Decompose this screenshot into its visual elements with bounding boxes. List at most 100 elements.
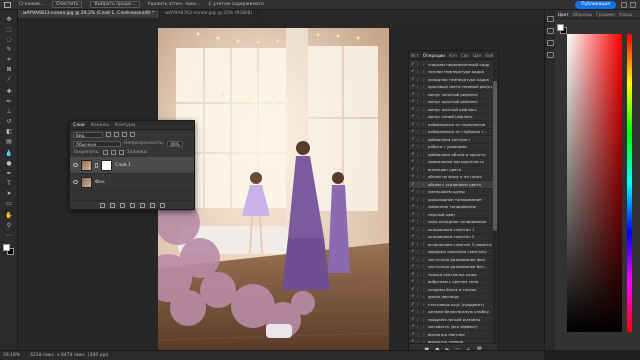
checkmark-icon[interactable]: ✓: [409, 264, 417, 269]
action-item[interactable]: ✓ › добавляем контраст: [409, 136, 493, 144]
checkmark-icon[interactable]: ✓: [409, 137, 417, 142]
checkmark-icon[interactable]: ✓: [409, 144, 417, 149]
zoom-level[interactable]: 29,18%: [3, 353, 20, 358]
action-item[interactable]: ✓ › делаем белоснежную улыбку: [409, 309, 493, 316]
checkmark-icon[interactable]: ✓: [409, 159, 417, 164]
tab-color[interactable]: Цве: [473, 53, 481, 58]
marquee-tool-icon[interactable]: ⬚: [5, 26, 13, 33]
lock-all-icon[interactable]: [118, 150, 124, 155]
checkmark-icon[interactable]: ✓: [409, 69, 417, 74]
tab-paths[interactable]: Контуры: [115, 123, 136, 128]
actions-scrollbar[interactable]: [493, 61, 497, 344]
type-tool-icon[interactable]: T: [5, 180, 13, 187]
action-item[interactable]: ✓ › шоколадное тонирование: [409, 196, 493, 204]
scroll-thumb[interactable]: [493, 81, 497, 231]
gradient-tool-icon[interactable]: ▤: [5, 138, 13, 145]
action-item[interactable]: ✓ › спасаем пересвеченный кадр: [409, 61, 493, 69]
layer-name[interactable]: Слой 1: [115, 163, 131, 168]
opacity-input[interactable]: 40%: [167, 140, 184, 147]
tab-channels[interactable]: Каналы: [91, 123, 109, 128]
eye-icon[interactable]: [73, 180, 78, 184]
tab-document-1[interactable]: wAY9A6813 копия.jpg @ 29,2% (Слой 1, Сло…: [18, 10, 161, 18]
pen-tool-icon[interactable]: ✒: [5, 170, 13, 177]
checkmark-icon[interactable]: ✓: [409, 219, 417, 224]
checkmark-icon[interactable]: ✓: [409, 249, 417, 254]
action-item[interactable]: ✓ › вибртаем с цветом тела: [409, 279, 493, 286]
checkmark-icon[interactable]: ✓: [409, 309, 417, 314]
tab-libraries[interactable]: Биб: [485, 53, 493, 58]
checkmark-icon[interactable]: ✓: [409, 84, 417, 89]
tab-gradients[interactable]: Градиен: [596, 12, 615, 17]
action-item[interactable]: ✓ › минус синий рефлекс: [409, 114, 493, 121]
action-item[interactable]: ✓ › объем с усилением цвета: [409, 181, 493, 189]
tab-properties[interactable]: Сво: [461, 53, 469, 58]
filter-select[interactable]: Вид: [73, 131, 103, 138]
history-brush-tool-icon[interactable]: ↺: [5, 118, 13, 125]
lock-pixels-icon[interactable]: [102, 150, 108, 155]
checkmark-icon[interactable]: ✓: [409, 234, 417, 239]
layer-row[interactable]: Слой 1: [70, 157, 194, 174]
action-item[interactable]: ✓ › яркие ресницы: [409, 294, 493, 301]
dodge-tool-icon[interactable]: ●: [5, 160, 13, 167]
action-item[interactable]: ✓ › нежный цвет: [409, 211, 493, 219]
checkmark-icon[interactable]: ✓: [409, 167, 417, 172]
action-item[interactable]: ✓ › теплая температура кадра: [409, 69, 493, 76]
options-item[interactable]: Сглажив...: [19, 2, 44, 7]
action-item[interactable]: ✓ › исправляем сэмптон 2: [409, 234, 493, 241]
panel-icon[interactable]: [547, 28, 554, 34]
delete-option[interactable]: Удалить отпеч. пикс...: [148, 2, 201, 7]
action-item[interactable]: ✓ › стесняешь вкус (градиент): [409, 301, 493, 309]
blend-mode-select[interactable]: Обычные: [73, 140, 121, 147]
checkmark-icon[interactable]: ✓: [409, 227, 417, 232]
eye-icon[interactable]: [73, 163, 78, 167]
panel-icon[interactable]: [547, 40, 554, 46]
checkmark-icon[interactable]: ✓: [409, 242, 417, 247]
adjustment-icon[interactable]: [129, 202, 135, 208]
action-item[interactable]: ✓ › правильная насыщенность: [409, 159, 493, 166]
add-mask-icon[interactable]: [119, 202, 125, 208]
eraser-tool-icon[interactable]: ◧: [5, 128, 13, 135]
stamp-tool-icon[interactable]: ⊥: [5, 108, 13, 115]
canvas-area[interactable]: Слои Каналы Контуры Вид Обычные Непрозра…: [18, 18, 544, 356]
foreground-color-swatch[interactable]: [3, 244, 10, 251]
checkmark-icon[interactable]: ✓: [409, 99, 417, 104]
checkmark-icon[interactable]: ✓: [409, 279, 417, 284]
home-icon[interactable]: [4, 1, 11, 8]
action-item[interactable]: ✓ › придаем свечение сэмптону: [409, 249, 493, 256]
action-item[interactable]: ✓ › серо-холодное тонирование: [409, 219, 493, 226]
checkmark-icon[interactable]: ✓: [409, 302, 417, 307]
foreground-color-swatch[interactable]: [557, 24, 564, 31]
action-item[interactable]: ✓ › минус красный рефлекс: [409, 99, 493, 106]
publish-button[interactable]: Публикация: [575, 1, 616, 9]
action-item[interactable]: ✓ › лимонное тонирование: [409, 204, 493, 211]
checkmark-icon[interactable]: ✓: [409, 114, 417, 119]
zoom-tool-icon[interactable]: ⚲: [5, 222, 13, 229]
checkmark-icon[interactable]: ✓: [409, 287, 417, 292]
action-item[interactable]: ✓ › придаем легкий румянец: [409, 316, 493, 324]
checkmark-icon[interactable]: ✓: [409, 294, 417, 299]
blur-tool-icon[interactable]: 💧: [5, 150, 13, 157]
tab-actions[interactable]: Операции: [423, 53, 445, 58]
checkmark-icon[interactable]: ✓: [409, 182, 417, 187]
checkmark-icon[interactable]: ✓: [409, 324, 417, 329]
action-item[interactable]: ✓ › исправляем сэмптон 3 (заметн.): [409, 241, 493, 249]
tab-color[interactable]: Цвет: [558, 12, 569, 17]
checkmark-icon[interactable]: ✓: [409, 204, 417, 209]
lock-position-icon[interactable]: [110, 150, 116, 155]
content-aware-option[interactable]: С учетом содержимого: [209, 2, 264, 7]
action-item[interactable]: ✓ › работа с уровнями: [409, 144, 493, 151]
crop-tool-icon[interactable]: ⌗: [5, 56, 13, 63]
action-item[interactable]: ✓ › частичное размывание фон: [409, 256, 493, 264]
action-item[interactable]: ✓ › уменьшаем шумы: [409, 189, 493, 196]
checkmark-icon[interactable]: ✓: [409, 332, 417, 337]
checkmark-icon[interactable]: ✓: [409, 129, 417, 134]
filter-adjust-icon[interactable]: [114, 132, 119, 137]
checkmark-icon[interactable]: ✓: [409, 212, 417, 217]
action-item[interactable]: ✓ › аннекдон цвета: [409, 166, 493, 174]
action-item[interactable]: ✓ › избавляемся от глубоких т...: [409, 129, 493, 136]
shape-tool-icon[interactable]: ▭: [5, 200, 13, 207]
filter-pixel-icon[interactable]: [106, 132, 111, 137]
checkmark-icon[interactable]: ✓: [409, 122, 417, 127]
filter-type-icon[interactable]: [122, 132, 127, 137]
color-field[interactable]: [567, 34, 622, 332]
